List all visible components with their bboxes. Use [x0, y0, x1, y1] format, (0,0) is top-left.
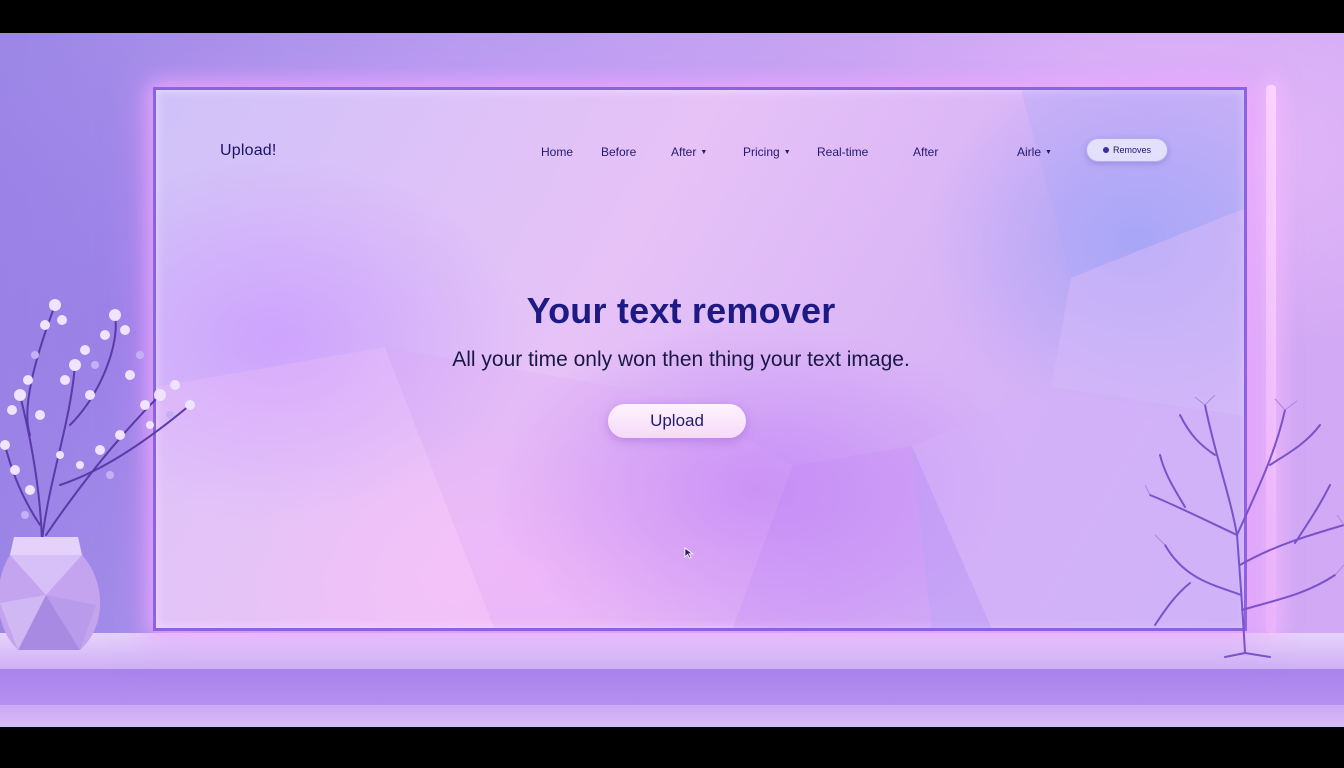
- nav-item-label: Real-time: [817, 145, 869, 159]
- flowering-plant-icon: [0, 299, 195, 650]
- bare-tree-icon: [1145, 395, 1344, 658]
- hero-title: Your text remover: [526, 290, 836, 331]
- nav-item-after[interactable]: After ▼: [671, 145, 707, 159]
- letterbox-top: [0, 0, 1344, 33]
- removes-button[interactable]: Removes: [1086, 138, 1168, 162]
- monitor-screen: Upload! Home Before After ▼ Pricing ▼ Re…: [153, 87, 1247, 631]
- shelf-front: [0, 669, 1344, 705]
- nav-item-label: Before: [601, 145, 637, 159]
- shelf-top: [0, 633, 1344, 669]
- pointer-cursor-icon: [684, 547, 694, 559]
- nav-item-home[interactable]: Home: [541, 145, 573, 159]
- chevron-down-icon: ▼: [1045, 148, 1052, 156]
- hero-subtitle: All your time only won then thing your t…: [452, 348, 910, 371]
- letterbox-bottom: [0, 727, 1344, 768]
- nav-item-label: After: [913, 145, 939, 159]
- upload-button[interactable]: Upload: [608, 404, 746, 438]
- shelf-bottom: [0, 705, 1344, 727]
- chevron-down-icon: ▼: [700, 148, 708, 156]
- nav-item-label: After: [671, 145, 697, 159]
- nav-bar: Home Before After ▼ Pricing ▼ Real-time …: [541, 145, 1052, 165]
- chevron-down-icon: ▼: [783, 148, 791, 156]
- removes-button-label: Removes: [1112, 145, 1151, 155]
- nav-item-before[interactable]: Before: [601, 145, 636, 159]
- nav-item-realtime[interactable]: Real-time: [817, 145, 868, 159]
- nav-item-label: Pricing: [743, 145, 780, 159]
- nav-item-airle[interactable]: Airle ▼: [1017, 145, 1052, 159]
- brand-logo[interactable]: Upload!: [220, 142, 277, 160]
- nav-item-label: Airle: [1017, 145, 1042, 159]
- nav-item-after-2[interactable]: After: [913, 145, 938, 159]
- nav-item-pricing[interactable]: Pricing ▼: [743, 145, 791, 159]
- dot-icon: [1102, 147, 1109, 153]
- nav-item-label: Home: [541, 145, 574, 159]
